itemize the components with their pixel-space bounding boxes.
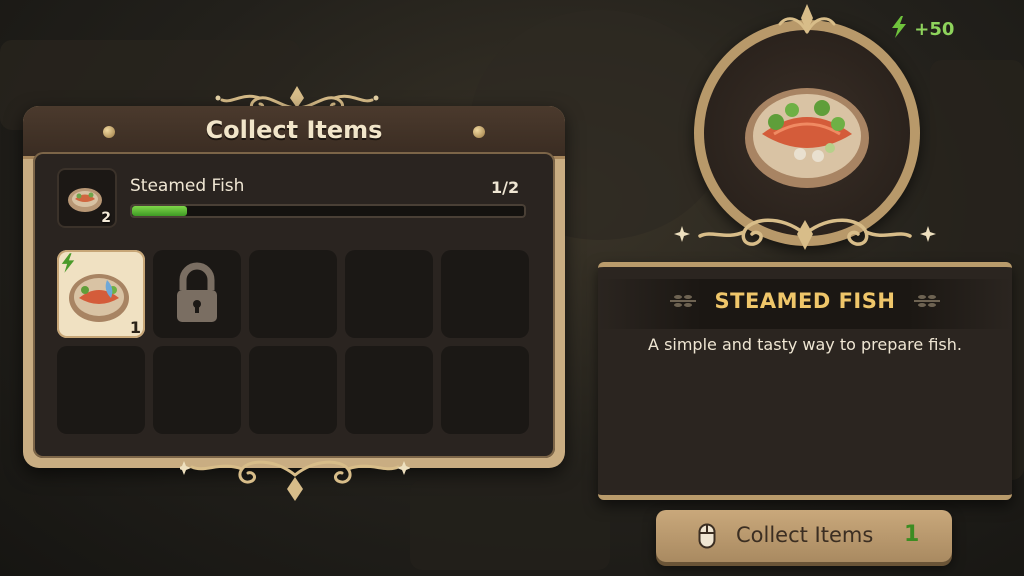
collect-items-button[interactable]: Collect Items 1	[656, 510, 952, 562]
quest-progress-bar	[130, 204, 526, 218]
item-slot-empty	[441, 250, 529, 338]
steamed-fish-icon: 2	[57, 168, 117, 228]
background-shape	[410, 480, 610, 570]
quest-name: Steamed Fish	[130, 176, 245, 196]
medallion-ornament	[674, 218, 936, 250]
mouse-icon	[698, 523, 716, 549]
lock-icon	[177, 262, 217, 322]
item-slot-empty	[345, 346, 433, 434]
laurel-icon	[914, 295, 940, 307]
item-info-card: STEAMED FISH A simple and tasty way to p…	[598, 262, 1012, 500]
energy-value: +50	[914, 19, 955, 40]
collect-button-label: Collect Items	[736, 523, 874, 547]
collect-items-panel: Collect Items 2 Steamed Fish 1/2 1	[23, 106, 565, 468]
slot-count: 1	[129, 318, 141, 337]
item-slot-steamed-fish[interactable]: 1	[57, 250, 145, 338]
item-slot-empty	[153, 346, 241, 434]
quest-progress-text: 1/2	[491, 178, 520, 197]
item-description: A simple and tasty way to prepare fish.	[648, 335, 962, 354]
quest-row: 2 Steamed Fish 1/2	[57, 168, 557, 232]
item-slot-locked	[153, 250, 241, 338]
medallion-crown-ornament	[778, 4, 836, 34]
ornament-bottom	[180, 460, 410, 501]
item-slot-empty	[249, 346, 337, 434]
item-slot-empty	[345, 250, 433, 338]
quest-icon-count: 2	[101, 210, 111, 226]
lightning-icon	[61, 253, 75, 273]
item-title: STEAMED FISH	[714, 289, 896, 313]
item-slot-empty	[441, 346, 529, 434]
panel-title: Collect Items	[205, 116, 383, 144]
item-slot-empty	[249, 250, 337, 338]
collect-button-count: 1	[904, 522, 920, 547]
quest-progress-fill	[132, 206, 187, 216]
item-slot-empty	[57, 346, 145, 434]
